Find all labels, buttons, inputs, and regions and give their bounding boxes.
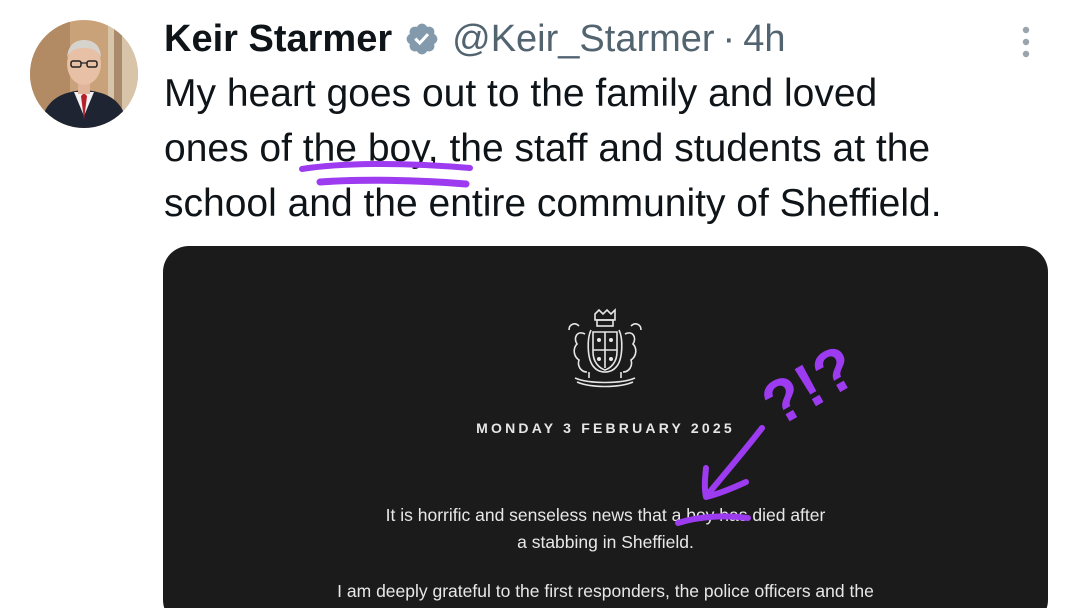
tweet-text: My heart goes out to the family and love…: [164, 66, 1064, 231]
statement-line: It is horrific and senseless news that a…: [385, 505, 826, 525]
author-avatar[interactable]: [30, 20, 138, 128]
tweet-media-image[interactable]: MONDAY 3 FEBRUARY 2025 It is horrific an…: [163, 246, 1048, 608]
tweet-text-line: school and the entire community of Sheff…: [164, 182, 942, 225]
separator-dot: ·: [722, 17, 736, 60]
avatar-photo: [30, 20, 138, 128]
author-name[interactable]: Keir Starmer: [164, 18, 392, 61]
tweet-text-line: My heart goes out to the family and love…: [164, 72, 878, 115]
statement-date: MONDAY 3 FEBRUARY 2025: [476, 420, 735, 436]
tweet-timestamp[interactable]: 4h: [743, 18, 785, 61]
author-handle[interactable]: @Keir_Starmer: [452, 18, 714, 61]
royal-coat-of-arms-icon: [568, 308, 642, 388]
tweet-text-line: ones of the boy, the staff and students …: [164, 127, 931, 170]
statement-line: a stabbing in Sheffield.: [517, 532, 694, 552]
statement-line: I am deeply grateful to the first respon…: [337, 581, 874, 601]
verified-badge-icon[interactable]: [404, 21, 440, 57]
tweet-header: Keir Starmer @Keir_Starmer · 4h: [164, 14, 785, 64]
more-vertical-icon[interactable]: [1008, 22, 1044, 62]
